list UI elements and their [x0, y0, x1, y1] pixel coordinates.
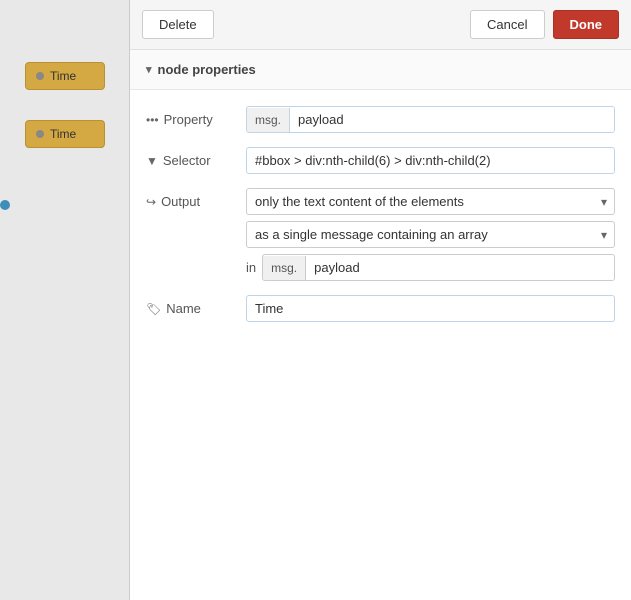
node-1-label: Time: [50, 69, 76, 83]
in-input-wrap: in msg.: [246, 254, 615, 281]
in-field-input[interactable]: [306, 255, 614, 280]
output-label-text: Output: [161, 194, 200, 209]
delete-button[interactable]: Delete: [142, 10, 214, 39]
node-2[interactable]: Time: [25, 120, 105, 148]
output-select2-wrap: as a single message containing an array …: [246, 221, 615, 248]
form-body: ••• Property msg. ▼ Selector ↪: [130, 90, 631, 338]
node-2-label: Time: [50, 127, 76, 141]
toolbar-right: Cancel Done: [470, 10, 619, 39]
output-icon: ↪: [146, 195, 156, 209]
property-value-input[interactable]: [290, 107, 614, 132]
name-label: 🏷 Name: [146, 295, 236, 316]
toolbar-left: Delete: [142, 10, 214, 39]
selector-row: ▼ Selector: [146, 147, 615, 174]
property-row: ••• Property msg.: [146, 106, 615, 133]
selector-label-text: Selector: [163, 153, 211, 168]
in-field-wrap: msg.: [262, 254, 615, 281]
property-icon: •••: [146, 113, 159, 127]
canvas-area: Time Time: [0, 0, 130, 600]
name-control: [246, 295, 615, 322]
output-label: ↪ Output: [146, 188, 236, 209]
output-select1[interactable]: only the text content of the elements th…: [246, 188, 615, 215]
property-input-wrap: msg.: [246, 106, 615, 133]
cancel-button[interactable]: Cancel: [470, 10, 544, 39]
selector-label: ▼ Selector: [146, 147, 236, 168]
name-row: 🏷 Name: [146, 295, 615, 322]
property-label: ••• Property: [146, 106, 236, 127]
connector-dot: [0, 200, 10, 210]
in-field-prefix: msg.: [263, 256, 306, 280]
name-icon: 🏷: [146, 302, 161, 316]
output-select2[interactable]: as a single message containing an array …: [246, 221, 615, 248]
selector-input[interactable]: [246, 147, 615, 174]
selector-control: [246, 147, 615, 174]
toolbar: Delete Cancel Done: [130, 0, 631, 50]
output-control: only the text content of the elements th…: [246, 188, 615, 281]
output-select1-wrap: only the text content of the elements th…: [246, 188, 615, 215]
output-row: ↪ Output only the text content of the el…: [146, 188, 615, 281]
section-title: node properties: [158, 62, 256, 77]
property-prefix: msg.: [247, 108, 290, 132]
name-input[interactable]: [246, 295, 615, 322]
node-1[interactable]: Time: [25, 62, 105, 90]
properties-panel: Delete Cancel Done ▾ node properties •••…: [130, 0, 631, 600]
done-button[interactable]: Done: [553, 10, 620, 39]
property-control: msg.: [246, 106, 615, 133]
property-label-text: Property: [164, 112, 213, 127]
selector-icon: ▼: [146, 154, 158, 168]
in-label: in: [246, 260, 256, 275]
chevron-icon: ▾: [146, 63, 152, 76]
name-label-text: Name: [166, 301, 201, 316]
section-header[interactable]: ▾ node properties: [130, 50, 631, 90]
